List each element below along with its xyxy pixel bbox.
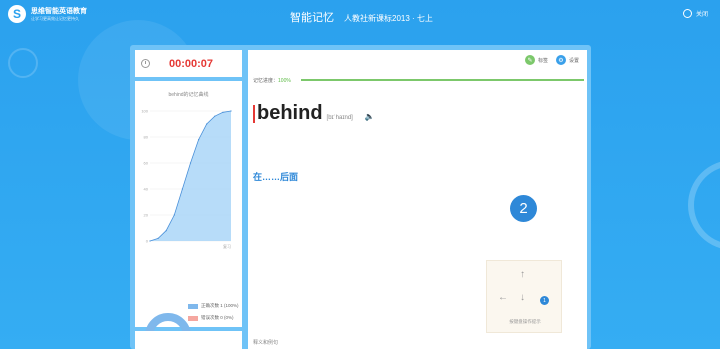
gear-icon: ⚙ [555,55,566,65]
curve-point [149,240,151,242]
y-tick-label: 60 [144,161,149,166]
curve-point [214,115,216,117]
curve-point [165,230,167,232]
curve-point [181,188,183,190]
curve-point [157,237,159,239]
memory-curve-panel: behind的记忆曲线 0 20 40 60 80 100 复习 正确次数 1 (100%)… [135,81,242,349]
keyboard-hint-label: 按键盘操作提示 [509,319,541,324]
timer-value: 00:00:07 [169,57,214,70]
progress-bar [301,79,584,81]
legend-swatch [188,315,198,321]
word-meaning: 在……后面 [253,172,299,182]
y-tick-label: 80 [144,135,149,140]
settings-button[interactable]: ⚙ 设置 [555,55,579,65]
curve-point [230,110,232,112]
legend-correct: 正确次数 1 (100%) [188,303,239,309]
arrow-left-icon[interactable]: ← [498,292,508,303]
keyboard-hint-panel: ↑ ← ↓ 1 按键盘操作提示 [486,260,562,333]
tag-icon: ✎ [524,55,535,65]
x-tick-label: 复习 [223,243,231,249]
power-icon [682,9,692,18]
curve-point [189,162,192,164]
legend-swatch [188,303,198,309]
sidebar-bottom-panel [135,331,242,349]
definition-section-label: 释义和例句 [253,340,279,346]
legend-wrong: 错误次数 0 (0%) [188,315,239,321]
tag-button[interactable]: ✎ 标签 [524,55,548,65]
memory-progress: 记忆进度：100% [253,77,291,84]
review-count-badge: 2 [510,195,537,222]
decor-ring [8,48,38,78]
toolbar: ✎ 标签 ⚙ 设置 [524,55,579,65]
y-tick-label: 20 [144,213,149,218]
page-title: 智能记忆 人教社新课标2013 · 七上 [290,9,433,25]
curve-point [198,139,200,141]
logo-subtext: 让学习更高效让记忆更持久 [31,15,79,21]
legend-label: 错误次数 0 (0%) [201,315,234,320]
text-cursor [253,104,255,123]
word-row: behind [bɪˈhaɪnd] 🔈 [253,102,375,125]
key-badge: 1 [540,296,549,305]
logo: S 思维智能英语教育 让学习更高效让记忆更持久 [8,5,87,23]
course-subtitle: 人教社新课标2013 · 七上 [344,14,433,23]
y-tick-label: 40 [144,187,149,192]
progress-percent: 100% [278,78,291,84]
curve-point [206,123,208,125]
decor-ring-large [688,160,720,250]
settings-label: 设置 [568,57,579,64]
progress-fill [301,79,584,81]
legend-label: 正确次数 1 (100%) [201,303,239,308]
clock-icon [141,59,150,68]
tag-label: 标签 [537,57,548,64]
app-title: 智能记忆 [290,12,334,24]
timer: 00:00:07 [135,50,242,77]
donut-legend: 正确次数 1 (100%) 错误次数 0 (0%) [188,303,239,327]
close-button[interactable]: 关闭 [682,9,708,18]
curve-area [150,111,231,241]
curve-point [173,214,175,216]
word: behind [257,102,323,124]
main-panel: ✎ 标签 ⚙ 设置 记忆进度：100% behind [bɪˈhaɪnd] 🔈 … [248,50,587,349]
progress-label: 记忆进度： [253,78,279,84]
y-tick-label: 100 [141,109,148,114]
close-label: 关闭 [695,12,708,18]
logo-text: 思维智能英语教育 [31,7,87,15]
memory-curve-chart: 0 20 40 60 80 100 复习 [141,109,232,249]
arrow-down-icon[interactable]: ↓ [520,292,525,303]
chart-title: behind的记忆曲线 [168,92,209,98]
top-bar: S 思维智能英语教育 让学习更高效让记忆更持久 智能记忆 人教社新课标2013 … [0,0,720,30]
curve-point [222,111,224,113]
y-tick-label: 0 [146,239,149,244]
phonetic: [bɪˈhaɪnd] [326,115,353,121]
logo-mark: S [8,5,26,23]
speaker-icon[interactable]: 🔈 [365,112,375,121]
arrow-up-icon[interactable]: ↑ [520,269,525,280]
